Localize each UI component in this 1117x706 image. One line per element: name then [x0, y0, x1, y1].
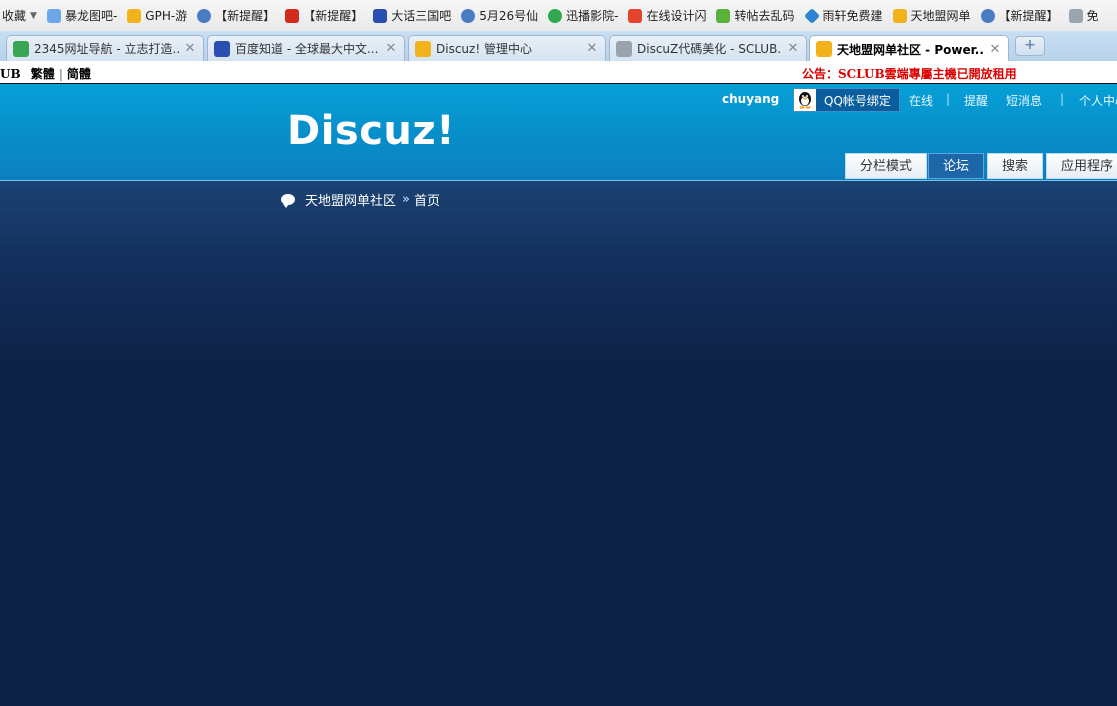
bookmark-label: 天地盟网单: [910, 9, 971, 23]
bookmark-item[interactable]: 迅播影院-: [544, 5, 622, 27]
divider: |: [946, 92, 951, 106]
profile-link[interactable]: 个人中心: [1079, 92, 1117, 109]
nav-tab-columns[interactable]: 分栏模式: [845, 153, 928, 179]
announcement-strip: UB 繁體 | 简體 公告：SCLUB雲端專屬主機已開放租用: [0, 61, 1117, 86]
nav-tab-search[interactable]: 搜索: [987, 153, 1044, 179]
favorites-menu[interactable]: 收藏 ▼: [0, 5, 41, 27]
bookmark-label: 【新提醒】: [303, 9, 364, 23]
breadcrumb-site-link[interactable]: 天地盟网单社区: [305, 190, 396, 209]
play-icon: [548, 8, 563, 23]
tab-title: DiscuZ代碼美化 - SCLUB...: [637, 42, 782, 56]
bookmark-item[interactable]: 在线设计闪: [624, 5, 710, 27]
paw-icon: [214, 40, 230, 57]
tab-title: Discuz! 管理中心: [436, 42, 532, 56]
breadcrumb-separator: »: [402, 192, 410, 207]
paw-icon: [373, 8, 388, 23]
tab-strip: 2345网址导航 - 立志打造... ✕ 百度知道 - 全球最大中文... ✕ …: [0, 31, 1117, 62]
favorites-label: 收藏: [2, 9, 27, 23]
site-fragment: UB: [0, 67, 21, 81]
trophy-icon: [892, 8, 907, 23]
bookmark-item[interactable]: 暴龙图吧-: [43, 5, 121, 27]
browser-tab-active[interactable]: 天地盟网单社区 - Power... ✕: [809, 35, 1009, 62]
tab-title: 百度知道 - 全球最大中文...: [235, 42, 379, 56]
bookmark-item[interactable]: GPH-游: [123, 5, 191, 27]
tab-title: 2345网址导航 - 立志打造...: [34, 42, 179, 56]
bookmark-label: 迅播影院-: [566, 9, 619, 23]
bookmark-label: 雨轩免费建: [822, 9, 883, 23]
bookmark-item[interactable]: 【新提醒】: [977, 5, 1063, 27]
bookmark-label: 转帖去乱码: [734, 9, 795, 23]
trophy-icon: [415, 40, 431, 57]
username-link[interactable]: chuyang: [722, 92, 779, 106]
globe-icon: [980, 8, 995, 23]
bookmark-item[interactable]: 天地盟网单: [889, 5, 975, 27]
nav-tab-apps[interactable]: 应用程序: [1046, 153, 1117, 179]
close-icon[interactable]: ✕: [786, 41, 800, 56]
bookmark-item[interactable]: 雨轩免费建: [801, 5, 887, 27]
bookmark-item[interactable]: 免: [1065, 5, 1103, 27]
tab-title: 天地盟网单社区 - Power...: [837, 42, 984, 57]
bookmark-item[interactable]: 转帖去乱码: [712, 5, 798, 27]
globe-icon: [197, 8, 212, 23]
qq-bind-button[interactable]: QQ帐号绑定: [793, 88, 900, 112]
chevron-down-icon: ▼: [30, 10, 37, 21]
diamond-icon: [803, 7, 820, 24]
simplified-chinese-link[interactable]: 简體: [67, 67, 91, 81]
close-icon[interactable]: ✕: [988, 42, 1002, 57]
breadcrumb-current: 首页: [413, 194, 440, 209]
new-tab-button[interactable]: +: [1015, 36, 1045, 56]
nav2345-icon: [13, 40, 29, 57]
page-icon: [616, 40, 632, 57]
announcement-text[interactable]: 公告：SCLUB雲端專屬主機已開放租用: [802, 65, 1017, 82]
seal-icon: [285, 8, 300, 23]
grid-icon: [628, 8, 643, 23]
bookmark-label: GPH-游: [145, 9, 188, 23]
browser-tab[interactable]: 百度知道 - 全球最大中文... ✕: [207, 35, 405, 61]
language-switch: UB 繁體 | 简體: [0, 65, 91, 82]
online-link[interactable]: 在线: [909, 92, 933, 109]
bookmark-item[interactable]: 【新提醒】: [193, 5, 279, 27]
bookmark-label: 【新提醒】: [998, 9, 1059, 23]
site-logo[interactable]: Discuz!: [287, 108, 455, 154]
bookmark-item[interactable]: 5月26号仙: [457, 5, 542, 27]
bookmark-label: 5月26号仙: [479, 9, 539, 23]
close-icon[interactable]: ✕: [585, 41, 599, 56]
qq-bind-label: QQ帐号绑定: [824, 93, 891, 108]
user-bar: chuyang QQ帐号绑定 在线 | 提醒 短消息 | 个人中心: [0, 88, 1117, 112]
bookmark-label: 暴龙图吧-: [64, 9, 118, 23]
page-icon: [1068, 8, 1083, 23]
browser-tab[interactable]: 2345网址导航 - 立志打造... ✕: [6, 35, 204, 61]
close-icon[interactable]: ✕: [384, 41, 398, 56]
site-header: Discuz! chuyang QQ帐号绑定 在线 | 提醒 短消息 | 个人中…: [0, 84, 1117, 181]
browser-tab[interactable]: Discuz! 管理中心 ✕: [408, 35, 606, 61]
dragon-icon: [46, 8, 61, 23]
leaf-icon: [716, 8, 731, 23]
nav-tab-forum[interactable]: 论坛: [928, 153, 985, 179]
traditional-chinese-link[interactable]: 繁體: [31, 67, 55, 81]
breadcrumb: 天地盟网单社区 » 首页: [281, 190, 440, 209]
bookmarks-bar: 收藏 ▼ 暴龙图吧- GPH-游 【新提醒】 【新提醒】 大话三国吧 5月26号…: [0, 0, 1117, 32]
messages-link[interactable]: 短消息: [1006, 92, 1042, 109]
main-content: 天地盟网单社区 » 首页: [0, 181, 1117, 706]
browser-tab[interactable]: DiscuZ代碼美化 - SCLUB... ✕: [609, 35, 807, 61]
bookmark-label: 免: [1086, 9, 1099, 23]
bookmark-item[interactable]: 【新提醒】: [281, 5, 367, 27]
reminder-link[interactable]: 提醒: [964, 92, 988, 109]
bookmark-item[interactable]: 大话三国吧: [369, 5, 455, 27]
divider: |: [58, 67, 63, 81]
main-nav: 分栏模式 论坛 搜索 应用程序: [0, 153, 1117, 180]
divider: |: [1060, 92, 1065, 106]
bookmark-label: 大话三国吧: [391, 9, 452, 23]
close-icon[interactable]: ✕: [183, 41, 197, 56]
bookmark-label: 【新提醒】: [215, 9, 276, 23]
bookmark-label: 在线设计闪: [646, 9, 707, 23]
trophy-icon: [127, 8, 142, 23]
trophy-icon: [816, 41, 832, 57]
speech-bubble-icon: [281, 194, 295, 208]
qq-penguin-icon: [794, 89, 816, 111]
globe-icon: [461, 8, 476, 23]
